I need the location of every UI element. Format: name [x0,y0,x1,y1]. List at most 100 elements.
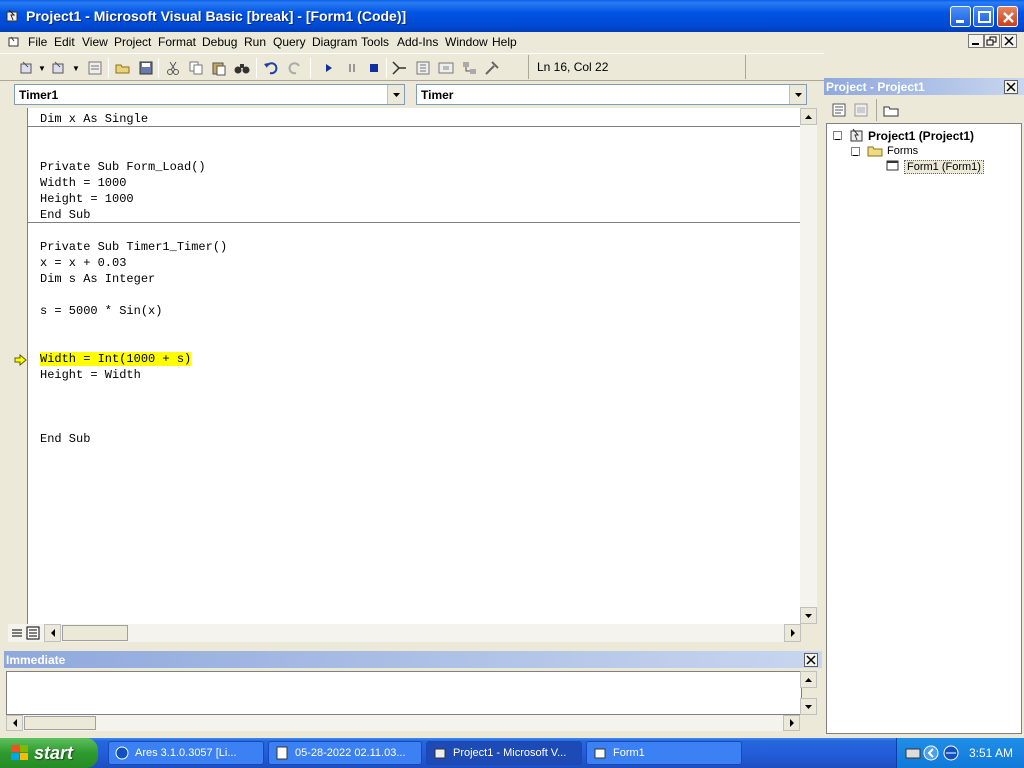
undo-icon[interactable] [262,59,280,77]
project-close-button[interactable] [1004,80,1018,94]
immediate-scroll-down-button[interactable] [800,698,817,715]
network-icon[interactable] [943,745,959,761]
paste-icon[interactable] [210,59,228,77]
collapse-icon[interactable] [851,147,860,156]
task-ares[interactable]: Ares 3.1.0.3057 [Li... [108,741,264,765]
scroll-right-button[interactable] [783,715,800,731]
immediate-title: Immediate [4,651,822,668]
close-icon [1006,82,1016,92]
execution-point-arrow-icon [14,354,27,366]
form-icon [594,748,606,759]
horizontal-scroll-thumb[interactable] [62,625,128,641]
vb-app-icon [434,748,446,759]
procedure-combo-dropdown[interactable] [789,85,806,104]
keyboard-icon[interactable] [905,746,921,760]
view-object-icon[interactable] [852,101,870,119]
redo-icon[interactable] [286,59,304,77]
break-icon[interactable] [343,59,361,77]
immediate-horizontal-scrollbar[interactable] [6,715,800,731]
task-label: Form1 [613,747,645,759]
scroll-left-button[interactable] [6,715,23,731]
scroll-left-button[interactable] [44,624,61,642]
start-button[interactable]: start [0,738,98,768]
arrow-left-icon [13,719,17,727]
properties-window-icon[interactable] [414,59,432,77]
menu-edit[interactable]: Edit [54,35,75,49]
arrow-down-icon [805,705,812,709]
toolbox-icon[interactable] [483,59,501,77]
code-editor[interactable]: Dim x As Single Private Sub Form_Load() … [28,108,800,624]
save-icon[interactable] [137,59,155,77]
cut-icon[interactable] [164,59,182,77]
copy-icon[interactable] [187,59,205,77]
menu-debug[interactable]: Debug [202,35,237,49]
windows-logo-icon [11,745,28,760]
folder-icon [867,146,883,157]
tree-form1-item[interactable]: Form1 (Form1) [904,160,984,174]
find-icon[interactable] [233,59,251,77]
close-button[interactable] [997,6,1018,27]
menu-project[interactable]: Project [114,35,151,49]
code-line: Height = 1000 [40,192,134,206]
menu-view[interactable]: View [82,35,108,49]
code-vertical-scrollbar[interactable] [800,108,817,624]
task-form1[interactable]: Form1 [586,741,742,765]
full-module-view-icon[interactable] [26,626,40,640]
object-combo-dropdown[interactable] [387,85,404,104]
immediate-scroll-up-button[interactable] [800,671,817,688]
maximize-button[interactable] [973,6,994,27]
menu-tools[interactable]: Tools [361,35,389,49]
menu-format[interactable]: Format [158,35,196,49]
code-line: Dim s As Integer [40,272,156,286]
menu-editor-icon[interactable] [86,59,104,77]
tree-forms-folder[interactable]: Forms [887,145,918,157]
menu-help[interactable]: Help [492,35,517,49]
restore-icon [986,36,997,46]
toggle-folders-icon[interactable] [882,101,900,119]
chevron-down-icon [795,93,802,97]
mdi-close-button[interactable] [1001,34,1017,48]
tray-expand-icon[interactable] [923,745,939,761]
stop-icon[interactable] [365,59,383,77]
procedure-combo[interactable]: Timer [416,84,807,105]
scroll-right-button[interactable] [784,624,801,642]
dropdown-arrow-icon[interactable]: ▼ [38,64,46,73]
code-line: Width = 1000 [40,176,127,190]
immediate-input[interactable] [6,671,802,715]
arrow-right-icon [791,629,795,637]
menu-add-ins[interactable]: Add-Ins [397,35,438,49]
code-horizontal-scrollbar[interactable] [8,624,801,642]
object-combo[interactable]: Timer1 [14,84,405,105]
tree-project-root[interactable]: Project1 (Project1) [868,129,974,143]
task-document[interactable]: 05-28-2022 02.11.03... [268,741,422,765]
view-code-icon[interactable] [830,101,848,119]
scroll-up-button[interactable] [800,108,817,125]
open-folder-icon[interactable] [114,59,132,77]
menu-diagram[interactable]: Diagram [312,35,357,49]
document-icon [276,746,288,760]
scroll-down-button[interactable] [800,607,817,624]
task-visual-basic[interactable]: Project1 - Microsoft V... [426,741,582,765]
menu-window[interactable]: Window [445,35,488,49]
procedure-view-icon[interactable] [10,626,24,640]
menu-file[interactable]: File [28,35,47,49]
dropdown-arrow-icon[interactable]: ▼ [72,64,80,73]
horizontal-scroll-thumb[interactable] [24,716,96,730]
project-explorer-icon[interactable] [390,59,408,77]
add-project-icon[interactable] [18,59,36,77]
code-margin[interactable] [8,108,28,624]
collapse-icon[interactable] [833,131,842,140]
immediate-close-button[interactable] [804,653,818,667]
mdi-minimize-button[interactable] [968,34,984,48]
title-bar[interactable]: Project1 - Microsoft Visual Basic [break… [0,0,1024,32]
code-line: s = 5000 * Sin(x) [40,304,163,318]
object-browser-icon[interactable] [460,59,478,77]
menu-query[interactable]: Query [273,35,306,49]
minimize-button[interactable] [950,6,971,27]
add-form-icon[interactable] [50,59,68,77]
form-layout-icon[interactable] [437,59,455,77]
menu-run[interactable]: Run [244,35,266,49]
mdi-restore-button[interactable] [984,34,1000,48]
run-icon[interactable] [320,59,338,77]
project-tree[interactable]: Project1 (Project1) Forms Form1 (Form1) [826,123,1022,734]
